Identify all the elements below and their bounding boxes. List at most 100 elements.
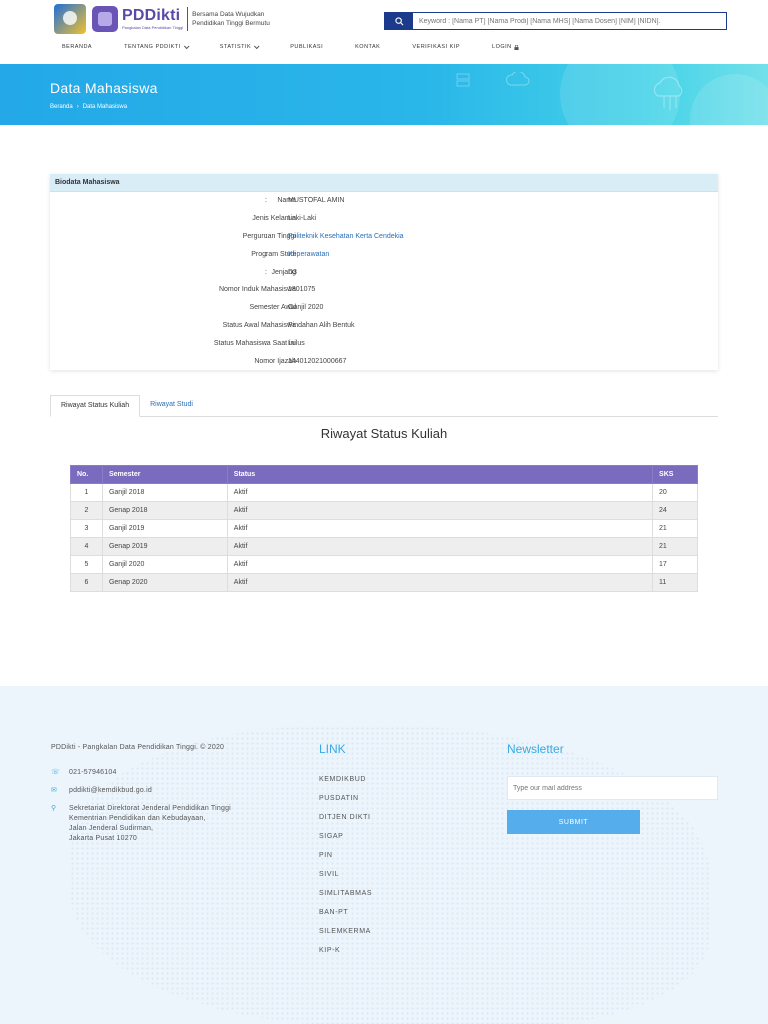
nav-verifikasi-kip[interactable]: VERIFIKASI KIP xyxy=(412,44,460,50)
value-nama: MUSTOFAL AMIN xyxy=(288,197,345,204)
perguruan-tinggi-link[interactable]: Politeknik Kesehatan Kerta Cendekia xyxy=(288,233,404,240)
footer-link-kip-k[interactable]: KIP-K xyxy=(319,947,372,966)
colon: : xyxy=(265,340,267,347)
biodata-row-status-saat-ini: Status Mahasiswa Saat ini : Lulus xyxy=(50,340,718,352)
table-row: 3 Ganjil 2019 Aktif 21 xyxy=(70,519,698,538)
value-jenis-kelamin: Laki-Laki xyxy=(288,215,317,222)
footer-link-sigap[interactable]: SIGAP xyxy=(319,833,372,852)
label-status-saat-ini: Status Mahasiswa Saat ini xyxy=(213,340,296,347)
cell-sks: 21 xyxy=(652,537,698,556)
footer-link-kemdikbud[interactable]: KEMDIKBUD xyxy=(319,776,372,795)
footer-link-heading: LINK xyxy=(319,742,346,756)
tagline-divider xyxy=(187,7,189,31)
cell-no: 6 xyxy=(70,573,103,592)
cell-semester: Genap 2020 xyxy=(101,573,228,592)
footer-email-link[interactable]: pddikti@kemdikbud.go.id xyxy=(69,786,152,796)
footer-email: ✉ pddikti@kemdikbud.go.id xyxy=(51,786,152,796)
nav-verifikasi-kip-label: VERIFIKASI KIP xyxy=(412,44,461,50)
breadcrumb: Beranda › Data Mahasiswa xyxy=(50,104,131,110)
nav-tentang[interactable]: TENTANG PDDIKTI xyxy=(124,43,190,50)
colon: : xyxy=(265,358,267,365)
cell-no: 1 xyxy=(70,483,103,502)
brand-name: PDDikti xyxy=(122,7,181,24)
colon: : xyxy=(265,215,267,222)
site-header: PDDikti Pangkalan Data Pendidikan Tinggi… xyxy=(0,0,768,64)
page-banner: Data Mahasiswa Beranda › Data Mahasiswa xyxy=(0,64,768,125)
breadcrumb-current: Data Mahasiswa xyxy=(82,104,128,110)
value-status-awal: Pindahan Alih Bentuk xyxy=(288,322,355,329)
chevron-down-icon xyxy=(183,43,190,50)
table-row: 5 Ganjil 2020 Aktif 17 xyxy=(70,555,698,574)
nav-login[interactable]: LOGIN xyxy=(492,44,519,50)
tab-riwayat-status-kuliah[interactable]: Riwayat Status Kuliah xyxy=(50,395,141,417)
table-row: 4 Genap 2019 Aktif 21 xyxy=(70,537,698,556)
newsletter-submit-button[interactable]: SUBMIT xyxy=(507,810,640,834)
footer-address: ⚲ Sekretariat Direktorat Jenderal Pendid… xyxy=(51,804,231,844)
footer-copyright: PDDikti - Pangkalan Data Pendidikan Ting… xyxy=(51,744,225,751)
site-footer: PDDikti - Pangkalan Data Pendidikan Ting… xyxy=(0,686,768,1024)
biodata-row-program-studi: Program Studi : Keperawatan xyxy=(50,251,718,263)
address-line: Sekretariat Direktorat Jenderal Pendidik… xyxy=(69,805,231,812)
program-studi-link[interactable]: Keperawatan xyxy=(288,251,329,258)
footer-link-silemkerma[interactable]: SILEMKERMA xyxy=(319,928,372,947)
cell-status: Aktif xyxy=(226,573,654,592)
section-title: Riwayat Status Kuliah xyxy=(320,426,448,441)
lock-icon xyxy=(514,44,519,50)
search-button[interactable] xyxy=(385,13,413,29)
cloud-network-decor-icon xyxy=(653,76,683,110)
address-line: Kementrian Pendidikan dan Kebudayaan, xyxy=(69,815,206,822)
colon: : xyxy=(265,269,267,276)
cell-sks: 20 xyxy=(652,483,698,502)
brand-text: PDDikti Pangkalan Data Pendidikan Tinggi xyxy=(122,8,183,30)
breadcrumb-separator: › xyxy=(76,104,79,110)
logo-group[interactable]: PDDikti Pangkalan Data Pendidikan Tinggi… xyxy=(54,4,270,34)
search-icon xyxy=(394,16,403,25)
nav-kontak[interactable]: KONTAK xyxy=(355,44,380,50)
cell-sks: 24 xyxy=(652,501,698,520)
colon: : xyxy=(265,286,267,293)
cell-status: Aktif xyxy=(226,519,654,538)
breadcrumb-home[interactable]: Beranda xyxy=(50,104,73,110)
tab-riwayat-studi[interactable]: Riwayat Studi xyxy=(140,395,203,417)
footer-link-ditjen-dikti[interactable]: DITJEN DIKTI xyxy=(319,814,372,833)
biodata-row-nomor-ijazah: Nomor Ijazah : 144012021000667 xyxy=(50,358,718,370)
newsletter-email-input[interactable] xyxy=(507,776,718,800)
col-header-no: No. xyxy=(70,465,103,484)
tagline-line-2: Pendidikan Tinggi Bermutu xyxy=(192,20,270,27)
nav-publikasi-label: PUBLIKASI xyxy=(290,44,324,50)
world-map-decor xyxy=(70,726,710,1024)
cell-no: 2 xyxy=(70,501,103,520)
cell-status: Aktif xyxy=(226,483,654,502)
cell-no: 4 xyxy=(70,537,103,556)
history-tabs: Riwayat Status Kuliah Riwayat Studi xyxy=(50,395,718,417)
nav-kontak-label: KONTAK xyxy=(355,44,381,50)
nav-beranda-label: BERANDA xyxy=(62,44,93,50)
brand-subtitle: Pangkalan Data Pendidikan Tinggi xyxy=(122,25,184,30)
colon: : xyxy=(265,197,267,204)
footer-link-pusdatin[interactable]: PUSDATIN xyxy=(319,795,372,814)
nav-login-label: LOGIN xyxy=(492,44,512,50)
table-row: 1 Ganjil 2018 Aktif 20 xyxy=(70,483,698,502)
colon: : xyxy=(265,233,267,240)
biodata-panel: Biodata Mahasiswa Nama : MUSTOFAL AMIN J… xyxy=(50,174,718,370)
colon: : xyxy=(265,322,267,329)
search-bar xyxy=(384,12,727,30)
biodata-row-nama: Nama : MUSTOFAL AMIN xyxy=(50,197,718,209)
nav-beranda[interactable]: BERANDA xyxy=(62,44,92,50)
cell-status: Aktif xyxy=(226,555,654,574)
cell-sks: 21 xyxy=(652,519,698,538)
footer-link-sivil[interactable]: SIVIL xyxy=(319,871,372,890)
newsletter-heading: Newsletter xyxy=(507,742,564,756)
biodata-row-perguruan-tinggi: Perguruan Tinggi : Politeknik Kesehatan … xyxy=(50,233,718,245)
pddikti-logo-icon xyxy=(92,6,118,32)
nav-statistik-label: STATISTIK xyxy=(219,44,252,50)
status-kuliah-table: No. Semester Status SKS 1 Ganjil 2018 Akti… xyxy=(70,465,698,592)
main-nav: BERANDA TENTANG PDDIKTI STATISTIK PUBLIK… xyxy=(62,43,551,50)
footer-link-pin[interactable]: PIN xyxy=(319,852,372,871)
nav-publikasi[interactable]: PUBLIKASI xyxy=(290,44,323,50)
nav-statistik[interactable]: STATISTIK xyxy=(219,43,260,50)
footer-link-simlitabmas[interactable]: SIMLITABMAS xyxy=(319,890,372,909)
footer-link-ban-pt[interactable]: BAN-PT xyxy=(319,909,372,928)
search-input[interactable] xyxy=(413,13,726,29)
cell-sks: 17 xyxy=(652,555,698,574)
